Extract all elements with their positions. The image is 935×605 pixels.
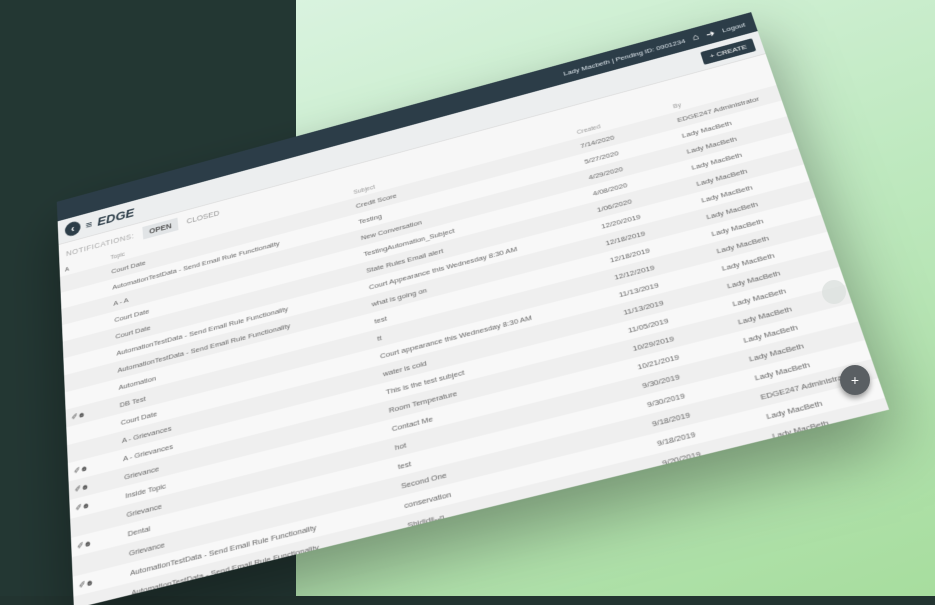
home-icon[interactable]: ⌂ [691, 32, 700, 42]
notifications-table: A Topic Subject Created By Court Date Cre… [60, 75, 890, 605]
stage: Lady Macbeth | Pending ID: 0901234 ⌂ ➜ L… [0, 0, 935, 596]
app-window: Lady Macbeth | Pending ID: 0901234 ⌂ ➜ L… [57, 12, 889, 605]
add-floating-button[interactable]: + [840, 365, 870, 395]
back-arrow-icon[interactable]: ‹ [65, 220, 81, 238]
tab-closed[interactable]: CLOSED [186, 209, 220, 226]
hamburger-icon[interactable]: ≡ [85, 218, 92, 231]
logout-link[interactable]: Logout [721, 21, 746, 34]
faint-circle-button [822, 280, 846, 304]
logout-icon[interactable]: ➜ [705, 28, 717, 40]
